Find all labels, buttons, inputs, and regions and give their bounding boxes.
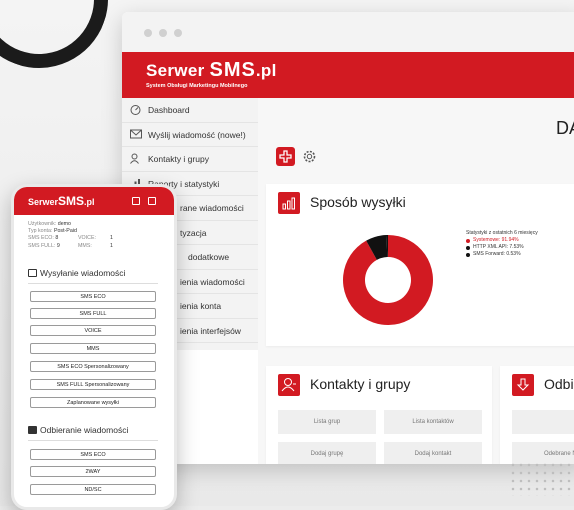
- sms-full-button[interactable]: SMS FULL: [30, 308, 156, 319]
- page-title: DA: [556, 118, 574, 138]
- sidebar-item-label: ienia interfejsów: [180, 325, 241, 336]
- receive-card: Odbi Odebrane Ni: [500, 366, 574, 464]
- sidebar-item-label: dodatkowe: [188, 252, 230, 262]
- legend-item: SMS Forward: 0.53%: [466, 251, 538, 258]
- desktop-window: Serwer SMS.pl System Obsługi Marketingu …: [122, 12, 574, 464]
- phone-logo[interactable]: SerwerSMS.pl: [28, 194, 95, 208]
- dashboard-icon: [130, 104, 141, 115]
- legend-title: Statystyki z ostatnich 6 miesięcy: [466, 230, 538, 236]
- mms-button[interactable]: MMS: [30, 343, 156, 354]
- gear-icon[interactable]: [300, 147, 319, 166]
- logo[interactable]: Serwer SMS.pl System Obsługi Marketingu …: [146, 59, 277, 89]
- card-title: Sposób wysyłki: [310, 194, 406, 210]
- window-dot: [159, 29, 167, 37]
- contacts-card: Kontakty i grupy Lista grup Lista kontak…: [266, 366, 492, 464]
- contacts-icon: [278, 374, 300, 396]
- send-method-donut-chart: [343, 235, 433, 325]
- receive-section-title: Odbieranie wiadomości: [28, 425, 158, 435]
- phone-header: SerwerSMS.pl: [14, 187, 174, 215]
- window-icon[interactable]: [132, 197, 140, 205]
- ndsc-button[interactable]: ND/SC: [30, 484, 156, 495]
- inbox-icon: [28, 426, 37, 434]
- add-tool-icon[interactable]: [276, 147, 295, 166]
- divider: [28, 440, 158, 441]
- sidebar-item-label: Wyślij wiadomość (nowe!): [148, 129, 246, 140]
- card-title: Odbi: [544, 376, 574, 392]
- sms-eco-button[interactable]: SMS ECO: [30, 291, 156, 302]
- divider: [28, 283, 158, 284]
- window-dot: [144, 29, 152, 37]
- header-bar: Serwer SMS.pl System Obsługi Marketingu …: [122, 52, 574, 98]
- add-group-button[interactable]: Dodaj grupę: [278, 442, 376, 464]
- sms-full-personalized-button[interactable]: SMS FULL Spersonalizowany: [30, 379, 156, 390]
- send-section-title: Wysyłanie wiadomości: [28, 268, 158, 278]
- receive-button[interactable]: [512, 410, 574, 434]
- contacts-icon: [130, 153, 141, 164]
- legend-item: HTTP XML API: 7.53%: [466, 244, 538, 251]
- card-title: Kontakty i grupy: [310, 376, 411, 392]
- sidebar-item-label: Dashboard: [148, 105, 190, 115]
- sidebar-item-label: Kontakty i grupy: [148, 154, 209, 164]
- add-contact-button[interactable]: Dodaj kontakt: [384, 442, 482, 464]
- sidebar-item-send-message[interactable]: Wyślij wiadomość (nowe!): [122, 123, 258, 147]
- window-titlebar: [122, 12, 574, 52]
- receive-sms-eco-button[interactable]: SMS ECO: [30, 449, 156, 460]
- phone-mockup: SerwerSMS.pl Użytkownik: demo Typ konta:…: [11, 184, 177, 510]
- dot-pattern: [509, 461, 571, 496]
- envelope-icon: [130, 129, 142, 140]
- bars-chart-icon: [278, 192, 300, 214]
- contact-list-button[interactable]: Lista kontaktów: [384, 410, 482, 434]
- main-content: DA Sposób wysyłki Statystyki z ostatnich…: [258, 98, 574, 464]
- message-icon: [28, 269, 37, 277]
- chart-legend: Statystyki z ostatnich 6 miesięcy System…: [466, 230, 538, 258]
- account-info: Użytkownik: demo Typ konta: Post-Paid SM…: [28, 221, 113, 249]
- scheduled-sends-button[interactable]: Zaplanowane wysyłki: [30, 397, 156, 408]
- send-method-card: Sposób wysyłki Statystyki z ostatnich 6 …: [266, 184, 574, 346]
- sidebar-item-label: rane wiadomości: [180, 203, 244, 213]
- sidebar-item-label: ienia wiadomości: [180, 276, 245, 287]
- logo-tagline: System Obsługi Marketingu Mobilnego: [146, 83, 248, 89]
- sms-eco-personalized-button[interactable]: SMS ECO Spersonalizowany: [30, 361, 156, 372]
- 2way-button[interactable]: 2WAY: [30, 466, 156, 477]
- voice-button[interactable]: VOICE: [30, 325, 156, 336]
- download-icon: [512, 374, 534, 396]
- window-dot: [174, 29, 182, 37]
- sidebar-item-label: tyzacja: [180, 227, 207, 238]
- group-list-button[interactable]: Lista grup: [278, 410, 376, 434]
- legend-item: Systemowe: 91.94%: [466, 237, 538, 244]
- sidebar-item-label: ienia konta: [180, 301, 222, 311]
- sidebar-item-contacts[interactable]: Kontakty i grupy: [122, 147, 258, 172]
- envelope-icon[interactable]: [148, 197, 156, 205]
- sidebar-item-dashboard[interactable]: Dashboard: [122, 98, 258, 123]
